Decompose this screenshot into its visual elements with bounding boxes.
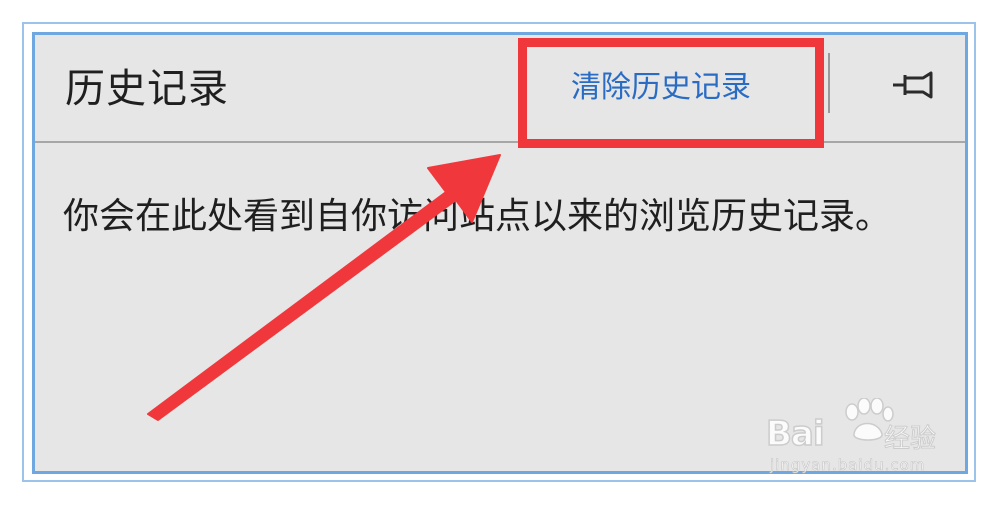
pin-icon bbox=[893, 71, 933, 99]
header-divider bbox=[828, 53, 830, 113]
panel-header: 历史记录 清除历史记录 bbox=[35, 35, 965, 141]
empty-history-message: 你会在此处看到自你访问站点以来的浏览历史记录。 bbox=[63, 196, 892, 237]
clear-history-button[interactable]: 清除历史记录 bbox=[571, 63, 751, 113]
header-separator bbox=[35, 141, 965, 143]
history-panel: 历史记录 清除历史记录 你会在此处看到自你访问站点以来的浏览历史记录。 bbox=[32, 32, 968, 474]
pin-button[interactable] bbox=[891, 67, 935, 103]
panel-title: 历史记录 bbox=[65, 66, 229, 112]
